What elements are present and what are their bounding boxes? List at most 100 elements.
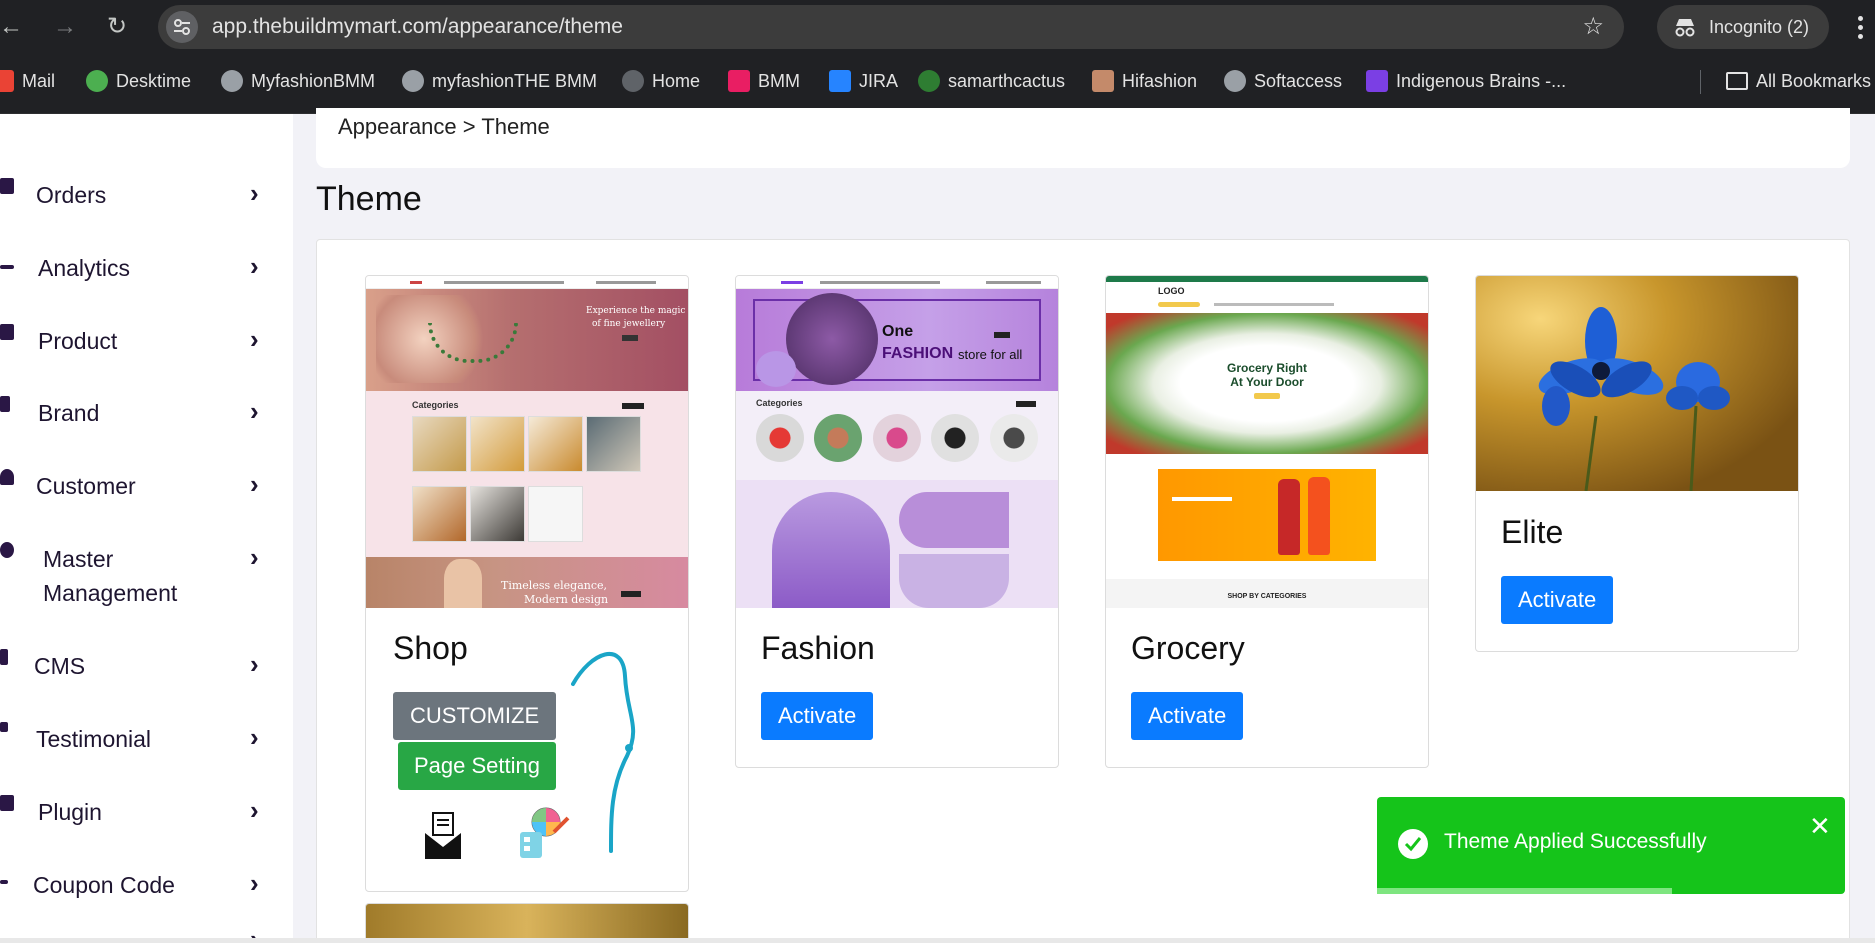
preview-banner-text2: FASHION	[882, 345, 954, 362]
preview-cat-men	[756, 414, 804, 462]
preview-cat-oxidised	[470, 486, 525, 542]
preview-view-btn	[622, 403, 644, 409]
preview-footer-text2: Modern design	[524, 593, 609, 606]
blue-flower-image	[1538, 307, 1730, 491]
globe-icon	[622, 70, 644, 92]
back-arrow-icon[interactable]: ←	[0, 10, 28, 44]
sidebar-item-testimonial[interactable]: Testimonial ›	[0, 712, 293, 770]
preview-banner: One FASHION store for all	[736, 289, 1058, 391]
theme-preview-fashion[interactable]: One FASHION store for all Categories	[736, 276, 1058, 608]
bookmark-hifashion[interactable]: Hifashion	[1092, 54, 1197, 108]
cactus-icon	[918, 70, 940, 92]
chevron-right-icon: ›	[250, 795, 259, 825]
bookmarks-bar: Mail Desktime MyfashionBMM myfashionTHE …	[0, 54, 1875, 114]
theme-card-elite: Elite Activate	[1475, 275, 1799, 652]
sidebar-item-brand[interactable]: Brand ›	[0, 386, 293, 444]
annotation-scribble	[571, 646, 641, 856]
theme-preview-elite[interactable]	[1476, 276, 1798, 491]
desktime-icon	[86, 70, 108, 92]
activate-button-elite[interactable]: Activate	[1501, 576, 1614, 624]
orders-icon	[0, 178, 14, 194]
activate-button-fashion[interactable]: Activate	[761, 692, 874, 740]
address-bar[interactable]: app.thebuildmymart.com/appearance/theme …	[158, 5, 1624, 49]
preview-banner-text3: store for all	[958, 347, 1023, 362]
bookmark-mail[interactable]: Mail	[0, 54, 55, 108]
jira-icon	[829, 70, 851, 92]
theme-palette-icon[interactable]	[516, 806, 572, 862]
customer-icon	[0, 469, 14, 485]
customize-button[interactable]: CUSTOMIZE	[393, 692, 557, 740]
theme-name-shop: Shop	[393, 630, 468, 666]
all-bookmarks[interactable]: All Bookmarks	[1726, 54, 1871, 108]
check-circle-icon	[1398, 829, 1428, 859]
incognito-indicator[interactable]: Incognito (2)	[1657, 5, 1829, 49]
sidebar-item-orders[interactable]: Orders ›	[0, 168, 293, 226]
preview-juice-text	[1172, 497, 1232, 501]
browser-menu-icon[interactable]	[1850, 14, 1870, 42]
preview-flowers	[756, 351, 796, 387]
analytics-icon	[0, 265, 14, 269]
chevron-right-icon: ›	[250, 178, 259, 208]
bookmark-bmm[interactable]: BMM	[728, 54, 800, 108]
newsletter-icon[interactable]	[423, 811, 463, 861]
preview-bottle-1	[1278, 479, 1300, 555]
preview-shop-by: SHOP BY CATEGORIES	[1227, 593, 1307, 600]
preview-cat-accessories	[990, 414, 1038, 462]
url-text[interactable]: app.thebuildmymart.com/appearance/theme	[212, 5, 623, 49]
bookmark-desktime[interactable]: Desktime	[86, 54, 191, 108]
theme-preview-grocery[interactable]: LOGO Grocery Right At Your Door SHOP BY …	[1106, 276, 1428, 608]
sidebar-item-master-management[interactable]: Master Management ›	[0, 532, 293, 622]
bookmark-softaccess[interactable]: Softaccess	[1224, 54, 1342, 108]
globe-icon	[1224, 70, 1246, 92]
bookmark-myfashion-the-bmm[interactable]: myfashionTHE BMM	[402, 54, 597, 108]
preview-banner: Experience the magic of fine jewellery	[366, 289, 688, 391]
sidebar-item-cms[interactable]: CMS ›	[0, 639, 293, 697]
sidebar-item-product[interactable]: Product ›	[0, 314, 293, 372]
bmm-icon	[728, 70, 750, 92]
sidebar-item-label: Master	[43, 546, 114, 572]
puzzle-icon	[0, 795, 14, 811]
activate-button-grocery[interactable]: Activate	[1131, 692, 1244, 740]
bookmark-home[interactable]: Home	[622, 54, 700, 108]
theme-card-fashion: One FASHION store for all Categories Fas…	[735, 275, 1059, 768]
preview-cat-chain	[412, 416, 467, 472]
sidebar-item-label: Testimonial	[36, 726, 152, 752]
theme-name-grocery: Grocery	[1131, 630, 1245, 666]
preview-cat-girls	[873, 414, 921, 462]
forward-arrow-icon[interactable]: →	[48, 10, 82, 44]
page-setting-button[interactable]: Page Setting	[398, 742, 556, 790]
bookmarks-divider	[1700, 70, 1701, 94]
bookmark-jira[interactable]: JIRA	[829, 54, 898, 108]
indigenous-brains-icon	[1366, 70, 1388, 92]
site-settings-icon[interactable]	[166, 11, 198, 43]
preview-cat-bangles	[470, 416, 525, 472]
reload-icon[interactable]: ↻	[100, 10, 134, 44]
preview-cat-rings	[528, 416, 583, 472]
bookmark-myfashionbmm[interactable]: MyfashionBMM	[221, 54, 375, 108]
chevron-right-icon: ›	[250, 649, 259, 679]
sidebar-item-coupon-code[interactable]: Coupon Code ›	[0, 858, 293, 916]
bookmark-star-icon[interactable]: ☆	[1582, 5, 1604, 49]
product-icon	[0, 324, 14, 340]
cms-icon	[0, 649, 8, 665]
sidebar-item-home-partial[interactable]	[0, 114, 96, 116]
preview-cat-bracelets	[528, 486, 583, 542]
sidebar-item-label: Analytics	[38, 255, 131, 281]
sidebar-item-customer[interactable]: Customer ›	[0, 459, 293, 517]
close-icon[interactable]: ✕	[1809, 811, 1831, 842]
sidebar-item-label: Orders	[36, 182, 107, 208]
preview-nav	[366, 276, 688, 289]
theme-card-shop: Experience the magic of fine jewellery C…	[365, 275, 689, 892]
theme-preview-shop[interactable]: Experience the magic of fine jewellery C…	[366, 276, 688, 608]
preview-cat-boys	[931, 414, 979, 462]
theme-card-grocery: LOGO Grocery Right At Your Door SHOP BY …	[1105, 275, 1429, 768]
sidebar-item-analytics[interactable]: Analytics ›	[0, 241, 293, 299]
globe-icon	[221, 70, 243, 92]
browser-toolbar: ← → ↻ app.thebuildmymart.com/appearance/…	[0, 0, 1875, 54]
preview-look-1	[772, 492, 890, 608]
sidebar-item-plugin[interactable]: Plugin ›	[0, 785, 293, 843]
folder-icon	[1726, 72, 1748, 90]
bookmark-samarthcactus[interactable]: samarthcactus	[918, 54, 1065, 108]
sidebar-item-label: Customer	[36, 473, 136, 499]
bookmark-indigenous-brains[interactable]: Indigenous Brains -...	[1366, 54, 1566, 108]
